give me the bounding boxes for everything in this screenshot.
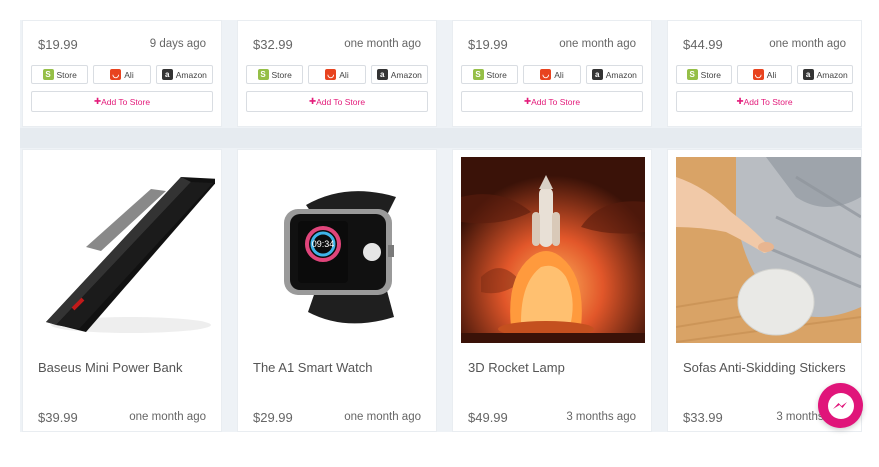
aliexpress-icon: ◡ — [752, 69, 764, 80]
product-title[interactable]: 3D Rocket Lamp — [468, 360, 565, 375]
plus-icon: ✚ — [523, 96, 532, 106]
plus-icon: ✚ — [93, 96, 102, 106]
amazon-link-button[interactable]: a Amazon — [370, 65, 428, 84]
product-date: one month ago — [559, 38, 636, 50]
anti-skid-stickers-illustration — [676, 157, 861, 343]
smart-watch-image[interactable]: 09:34 — [246, 157, 430, 343]
product-date: 3 months ago — [566, 411, 636, 423]
aliexpress-icon: ◡ — [325, 69, 337, 80]
aliexpress-link-button[interactable]: ◡ Ali — [93, 65, 151, 84]
messenger-icon — [827, 392, 854, 419]
power-bank-illustration — [31, 157, 215, 343]
aliexpress-link-button[interactable]: ◡ Ali — [523, 65, 581, 84]
aliexpress-link-button[interactable]: ◡ Ali — [736, 65, 793, 84]
plus-icon: ✚ — [736, 96, 744, 106]
add-to-store-button[interactable]: ✚ Add To Store — [461, 91, 643, 112]
product-title[interactable]: Baseus Mini Power Bank — [38, 360, 183, 375]
anti-skid-stickers-image[interactable] — [676, 157, 861, 343]
product-grid-page: $19.99 9 days ago S Store ◡ Ali a Amazon ✚ A… — [0, 0, 879, 467]
product-date: one month ago — [129, 411, 206, 423]
aliexpress-link-button[interactable]: ◡ Ali — [308, 65, 366, 84]
row-separator — [20, 128, 862, 148]
amazon-link-button[interactable]: a Amazon — [797, 65, 854, 84]
amazon-link-button[interactable]: a Amazon — [155, 65, 213, 84]
shopify-icon: S — [686, 69, 698, 80]
smart-watch-illustration: 09:34 — [246, 157, 430, 343]
add-to-store-button[interactable]: ✚ Add To Store — [31, 91, 213, 112]
amazon-icon: a — [591, 69, 603, 80]
product-card[interactable]: Baseus Mini Power Bank $39.99 one month … — [22, 149, 222, 432]
power-bank-image[interactable] — [31, 157, 215, 343]
product-price: $29.99 — [253, 409, 293, 425]
shopify-icon: S — [257, 69, 269, 80]
aliexpress-icon: ◡ — [540, 69, 552, 80]
amazon-icon: a — [161, 69, 173, 80]
product-price: $19.99 — [38, 36, 78, 52]
amazon-icon: a — [376, 69, 388, 80]
rocket-lamp-image[interactable] — [461, 157, 645, 343]
product-date: 9 days ago — [149, 38, 206, 50]
product-title[interactable]: Sofas Anti-Skidding Stickers — [683, 360, 846, 375]
plus-icon: ✚ — [308, 96, 317, 106]
product-card-footer: $44.99 one month ago S Store ◡ Ali a Amazon… — [667, 20, 862, 127]
add-to-store-button[interactable]: ✚ Add To Store — [246, 91, 428, 112]
product-price: $44.99 — [683, 36, 723, 52]
product-price: $33.99 — [683, 409, 723, 425]
product-card[interactable]: 3D Rocket Lamp $49.99 3 months ago — [452, 149, 652, 432]
product-price: $49.99 — [468, 409, 508, 425]
store-link-button[interactable]: S Store — [246, 65, 304, 84]
add-to-store-button[interactable]: ✚ Add To Store — [676, 91, 853, 112]
product-price: $32.99 — [253, 36, 293, 52]
store-link-button[interactable]: S Store — [31, 65, 89, 84]
product-card-footer: $19.99 one month ago S Store ◡ Ali a Amazon… — [452, 20, 652, 127]
product-date: one month ago — [344, 38, 421, 50]
product-title[interactable]: The A1 Smart Watch — [253, 360, 372, 375]
product-card-footer: $19.99 9 days ago S Store ◡ Ali a Amazon ✚ A… — [22, 20, 222, 127]
watch-time: 09:34 — [312, 239, 335, 249]
messenger-chat-button[interactable] — [818, 383, 863, 428]
product-card[interactable]: 09:34 The A1 Smart Watch $29.99 one mont… — [237, 149, 437, 432]
shopify-icon: S — [42, 69, 54, 80]
product-price: $39.99 — [38, 409, 78, 425]
store-link-button[interactable]: S Store — [676, 65, 732, 84]
product-price: $19.99 — [468, 36, 508, 52]
store-link-button[interactable]: S Store — [461, 65, 519, 84]
amazon-link-button[interactable]: a Amazon — [585, 65, 643, 84]
rocket-lamp-illustration — [461, 157, 645, 343]
product-date: one month ago — [344, 411, 421, 423]
shopify-icon: S — [472, 69, 484, 80]
amazon-icon: a — [802, 69, 814, 80]
product-date: one month ago — [769, 38, 846, 50]
product-card-footer: $32.99 one month ago S Store ◡ Ali a Amazon… — [237, 20, 437, 127]
aliexpress-icon: ◡ — [110, 69, 122, 80]
